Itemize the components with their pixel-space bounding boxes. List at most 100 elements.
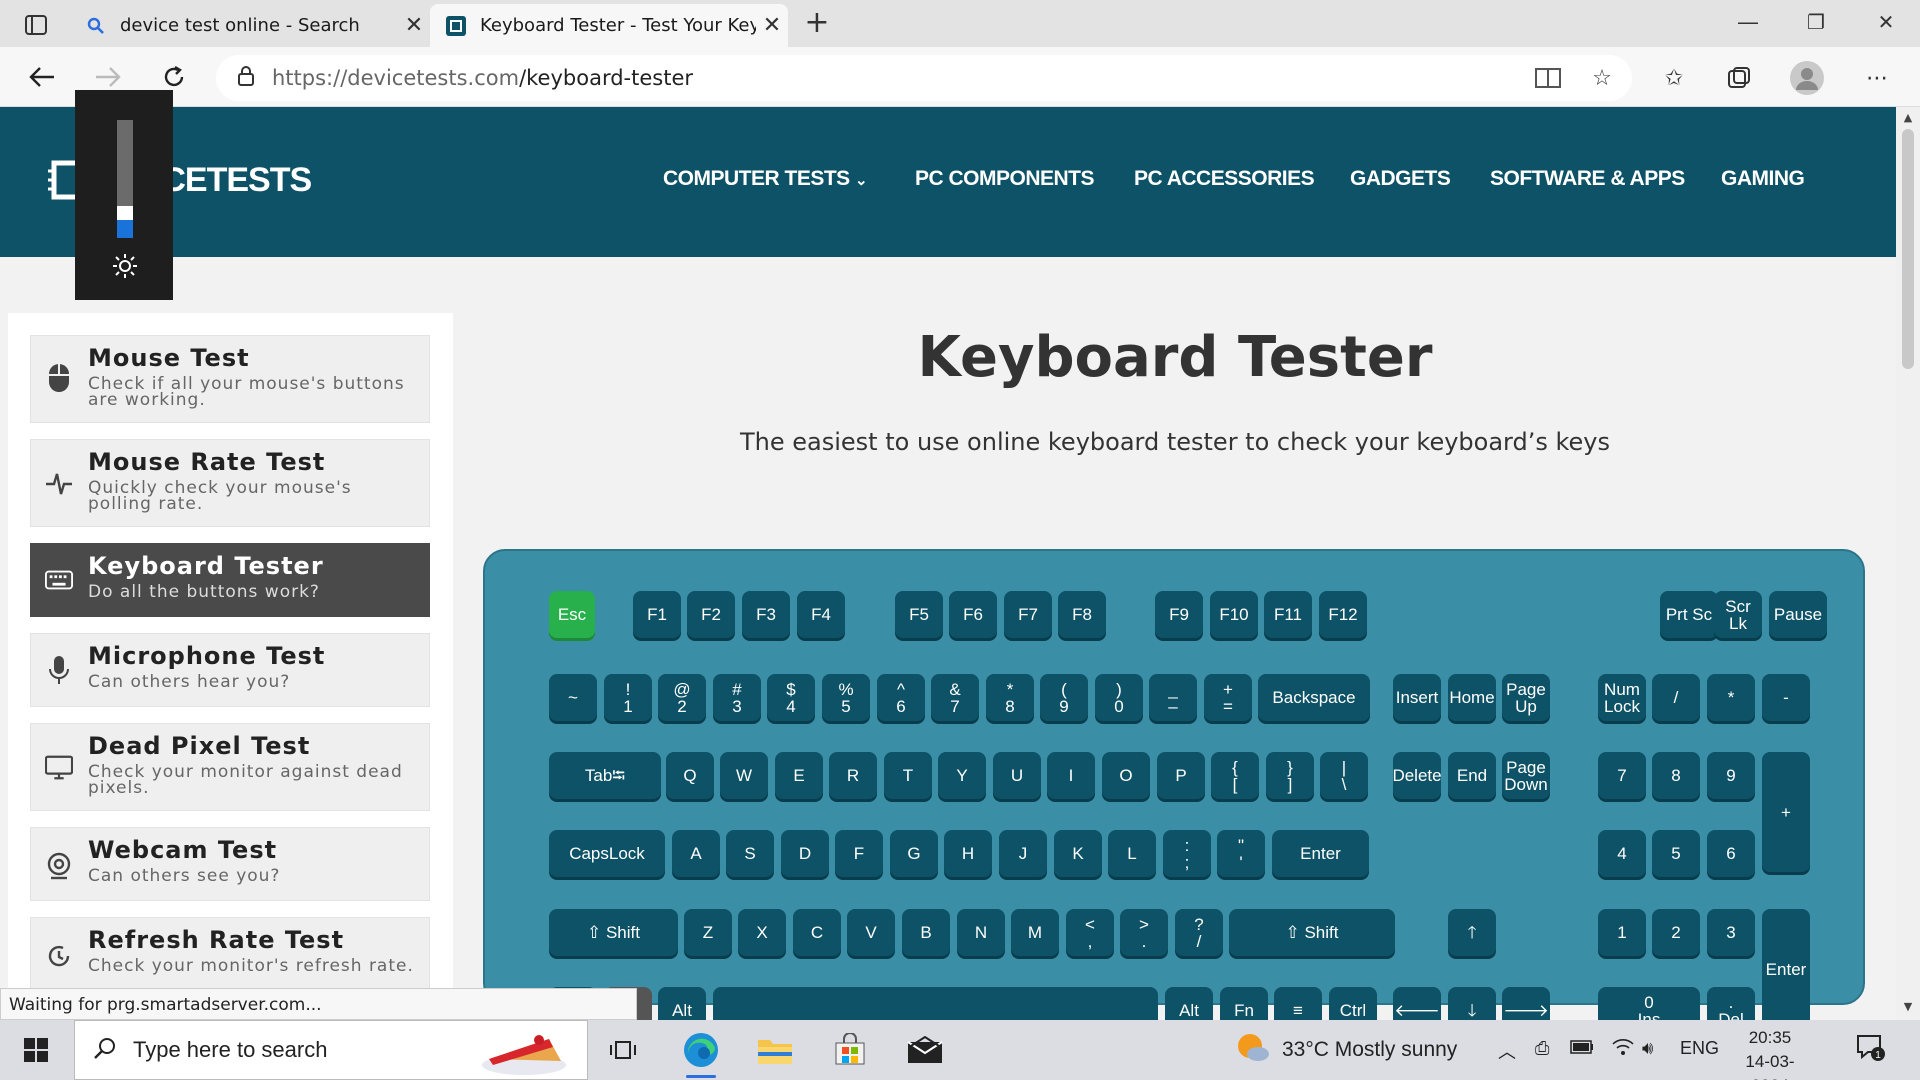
- key-h[interactable]: H: [944, 830, 992, 877]
- key-tab[interactable]: Tab⭾: [549, 752, 661, 799]
- key-[interactable]: >.: [1120, 909, 1168, 956]
- key-f2[interactable]: F2: [687, 591, 735, 638]
- key-[interactable]: + =: [1204, 674, 1252, 721]
- scrollbar-thumb[interactable]: [1902, 129, 1914, 369]
- sidebar-item-dead-pixel-test[interactable]: Dead Pixel Test Check your monitor again…: [30, 723, 430, 811]
- meet-now-icon[interactable]: ⎙: [1535, 1038, 1549, 1059]
- key-shift[interactable]: ⇧ Shift: [1229, 909, 1395, 956]
- key-f9[interactable]: F9: [1155, 591, 1203, 638]
- key-f10[interactable]: F10: [1210, 591, 1258, 638]
- key-f[interactable]: F: [835, 830, 883, 877]
- task-view-icon[interactable]: [598, 1028, 648, 1072]
- key-6[interactable]: 6: [1707, 830, 1755, 877]
- nav-gadgets[interactable]: GADGETS: [1350, 167, 1451, 191]
- key-3[interactable]: #3: [713, 674, 761, 721]
- key-f8[interactable]: F8: [1058, 591, 1106, 638]
- favorites-icon[interactable]: ✩: [1655, 59, 1693, 97]
- edge-browser-icon[interactable]: [676, 1028, 726, 1078]
- tab-keyboard-tester[interactable]: Keyboard Tester - Test Your Keyb ✕: [430, 4, 788, 47]
- tab-actions-icon[interactable]: [18, 10, 54, 40]
- key-1[interactable]: 1: [1598, 909, 1646, 956]
- key-m[interactable]: M: [1011, 909, 1059, 956]
- key-g[interactable]: G: [890, 830, 938, 877]
- collections-icon[interactable]: [1720, 59, 1758, 97]
- key-6[interactable]: ^ 6: [877, 674, 925, 721]
- key-e[interactable]: E: [775, 752, 823, 799]
- key-capslock[interactable]: CapsLock: [549, 830, 665, 877]
- key-scr-lk[interactable]: Scr Lk: [1714, 591, 1762, 638]
- scroll-down-icon[interactable]: ▼: [1896, 1000, 1920, 1018]
- key-j[interactable]: J: [999, 830, 1047, 877]
- nav-gaming[interactable]: GAMING: [1721, 167, 1805, 191]
- sidebar-item-mouse-rate-test[interactable]: Mouse Rate Test Quickly check your mouse…: [30, 439, 430, 527]
- profile-avatar-icon[interactable]: [1788, 59, 1826, 97]
- key-f11[interactable]: F11: [1264, 591, 1312, 638]
- key-9[interactable]: 9: [1707, 752, 1755, 799]
- key-[interactable]: }]: [1266, 752, 1314, 799]
- close-window-icon[interactable]: ✕: [1852, 0, 1920, 44]
- sidebar-item-keyboard-tester[interactable]: Keyboard Tester Do all the buttons work?: [30, 543, 430, 617]
- key-2[interactable]: @2: [658, 674, 706, 721]
- key-o[interactable]: O: [1102, 752, 1150, 799]
- immersive-reader-icon[interactable]: [1529, 59, 1567, 97]
- key-[interactable]: *: [1707, 674, 1755, 721]
- key-s[interactable]: S: [726, 830, 774, 877]
- key-c[interactable]: C: [793, 909, 841, 956]
- wifi-icon[interactable]: [1612, 1038, 1634, 1061]
- key-8[interactable]: 8: [1652, 752, 1700, 799]
- key-page-up[interactable]: Page Up: [1502, 674, 1550, 721]
- brightness-thumb[interactable]: [117, 206, 133, 220]
- battery-icon[interactable]: [1570, 1038, 1594, 1059]
- key-[interactable]: /: [1652, 674, 1700, 721]
- key-insert[interactable]: Insert: [1393, 674, 1441, 721]
- key-x[interactable]: X: [738, 909, 786, 956]
- key-v[interactable]: V: [847, 909, 895, 956]
- key-end[interactable]: End: [1448, 752, 1496, 799]
- add-favorite-icon[interactable]: ☆: [1583, 59, 1621, 97]
- key-p[interactable]: P: [1157, 752, 1205, 799]
- key-f1[interactable]: F1: [633, 591, 681, 638]
- key-7[interactable]: 7: [1598, 752, 1646, 799]
- key-8[interactable]: * 8: [986, 674, 1034, 721]
- close-tab-icon[interactable]: ✕: [756, 13, 788, 38]
- sidebar-item-microphone-test[interactable]: Microphone Test Can others hear you?: [30, 633, 430, 707]
- key-1[interactable]: ! 1: [604, 674, 652, 721]
- key-esc[interactable]: Esc: [549, 591, 595, 638]
- key-[interactable]: <,: [1066, 909, 1114, 956]
- key-page-down[interactable]: Page Down: [1502, 752, 1550, 799]
- key-[interactable]: ~: [549, 674, 597, 721]
- page-scrollbar[interactable]: ▲ ▼: [1896, 107, 1920, 1020]
- key-0[interactable]: ) 0: [1095, 674, 1143, 721]
- key-num-lock[interactable]: Num Lock: [1598, 674, 1646, 721]
- key-[interactable]: _ –: [1149, 674, 1197, 721]
- new-tab-button[interactable]: +: [800, 6, 834, 40]
- nav-pc-accessories[interactable]: PC ACCESSORIES: [1134, 167, 1315, 191]
- address-bar[interactable]: https://devicetests.com/keyboard-tester: [216, 55, 1632, 101]
- key-f5[interactable]: F5: [895, 591, 943, 638]
- key-f7[interactable]: F7: [1004, 591, 1052, 638]
- key-4[interactable]: 4: [1598, 830, 1646, 877]
- nav-pc-components[interactable]: PC COMPONENTS: [915, 167, 1095, 191]
- taskbar-search-box[interactable]: Type here to search: [74, 1020, 588, 1080]
- key-backspace[interactable]: Backspace: [1258, 674, 1370, 721]
- key-[interactable]: -: [1762, 674, 1810, 721]
- brightness-slider[interactable]: [117, 120, 133, 238]
- key-[interactable]: " ': [1217, 830, 1265, 877]
- key-enter[interactable]: Enter: [1272, 830, 1369, 877]
- key-f6[interactable]: F6: [949, 591, 997, 638]
- key-f3[interactable]: F3: [742, 591, 790, 638]
- key-5[interactable]: % 5: [822, 674, 870, 721]
- key-pause[interactable]: Pause: [1769, 591, 1827, 638]
- key-z[interactable]: Z: [684, 909, 732, 956]
- lock-icon[interactable]: [238, 66, 254, 90]
- key-q[interactable]: Q: [666, 752, 714, 799]
- key-[interactable]: | \: [1320, 752, 1368, 799]
- key-f12[interactable]: F12: [1319, 591, 1367, 638]
- key-5[interactable]: 5: [1652, 830, 1700, 877]
- key-f4[interactable]: F4: [797, 591, 845, 638]
- sidebar-item-mouse-test[interactable]: Mouse Test Check if all your mouse's but…: [30, 335, 430, 423]
- weather-widget[interactable]: 33°C Mostly sunny: [1236, 1032, 1457, 1068]
- nav-computer-tests[interactable]: COMPUTER TESTS ⌄: [663, 167, 868, 191]
- microsoft-store-icon[interactable]: [825, 1028, 875, 1072]
- key-home[interactable]: Home: [1448, 674, 1496, 721]
